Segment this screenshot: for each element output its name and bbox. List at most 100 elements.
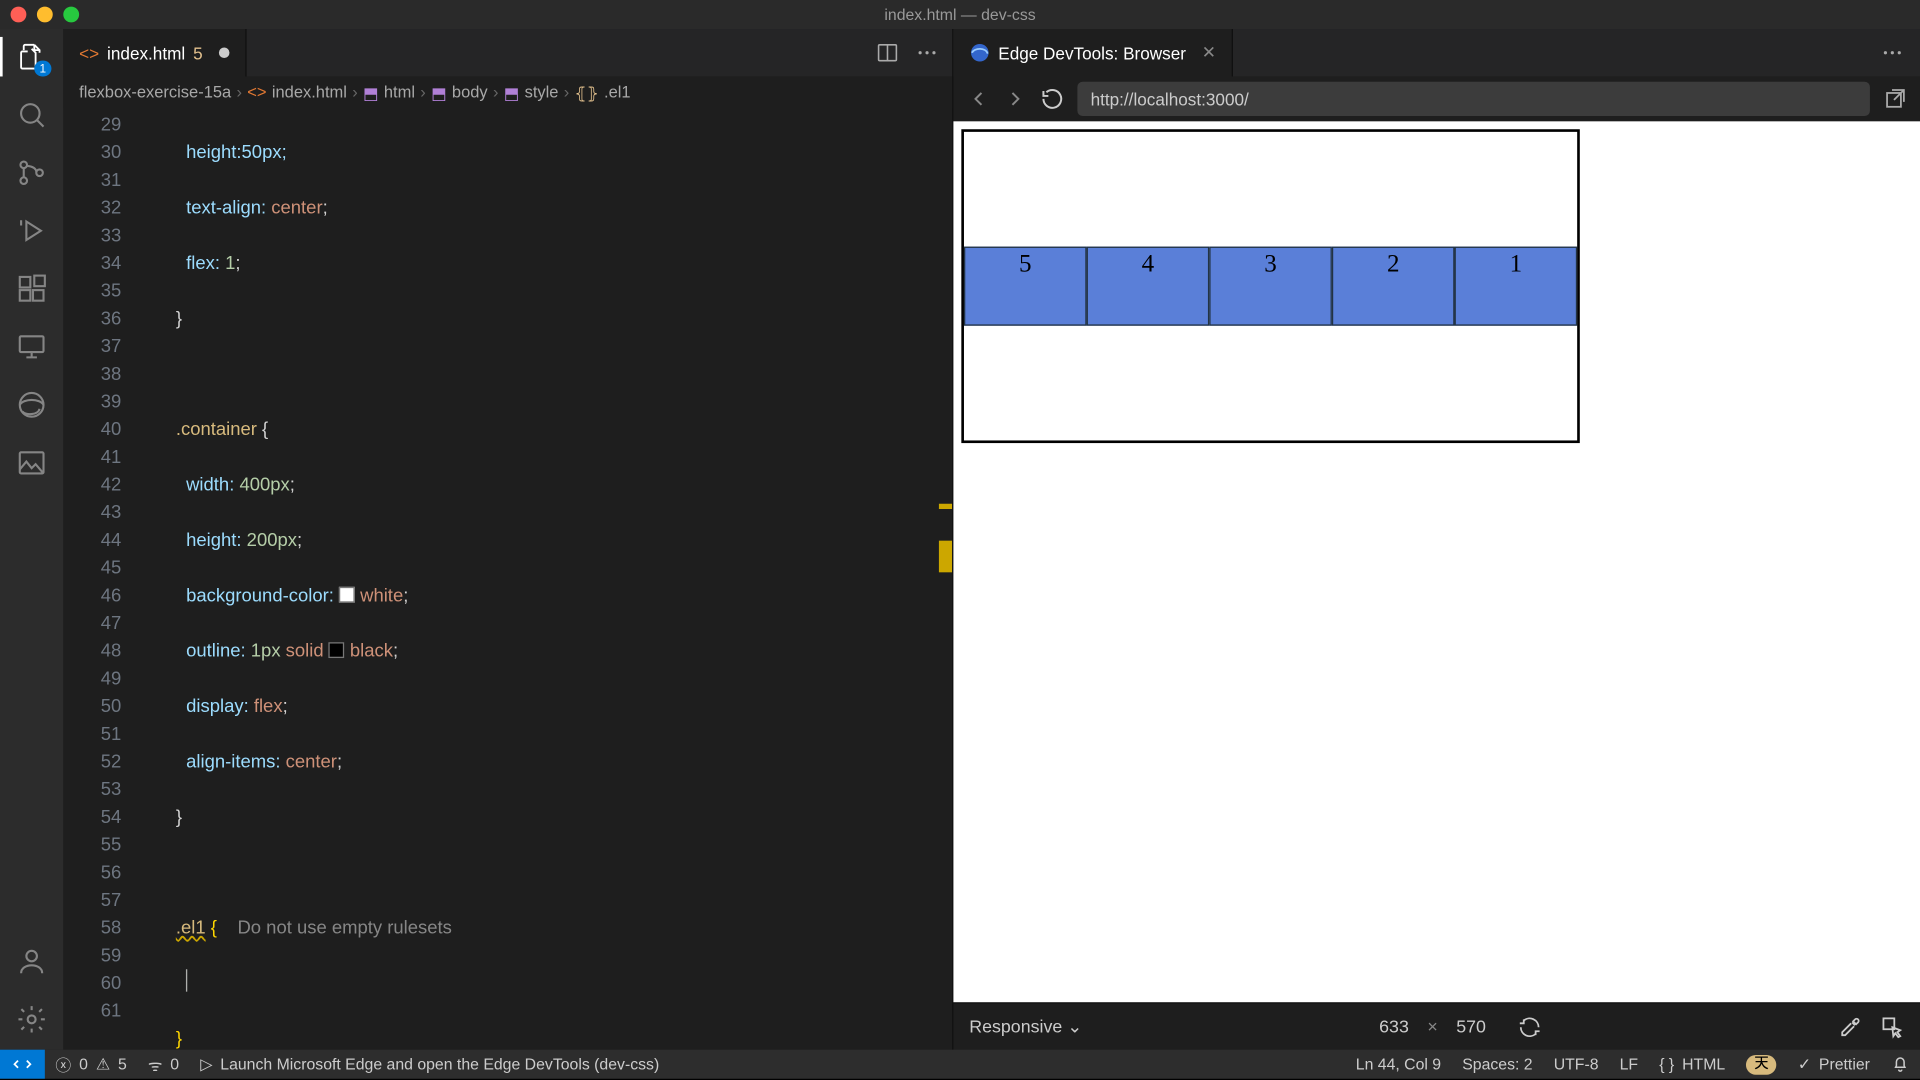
rendered-box: 2	[1332, 247, 1455, 326]
viewport-height[interactable]: 570	[1456, 1017, 1486, 1037]
breadcrumb-file[interactable]: index.html	[272, 83, 347, 101]
viewport-width[interactable]: 633	[1379, 1017, 1409, 1037]
code-text: outline:	[186, 640, 246, 661]
settings-gear-icon[interactable]	[15, 1002, 49, 1036]
go-live-status[interactable]: ㆝	[1736, 1054, 1787, 1074]
dirty-indicator-icon	[218, 47, 229, 58]
tab-problem-count: 5	[193, 43, 203, 63]
symbol-icon: ⬒	[363, 82, 379, 102]
breadcrumb-folder[interactable]: flexbox-exercise-15a	[79, 83, 231, 101]
source-control-icon[interactable]	[15, 156, 49, 190]
more-actions-icon[interactable]	[915, 41, 939, 65]
split-editor-icon[interactable]	[876, 41, 900, 65]
breadcrumb-node[interactable]: body	[452, 83, 488, 101]
emulation-mode[interactable]: Responsive ⌄	[969, 1016, 1082, 1037]
code-text: white	[360, 584, 403, 605]
breadcrumb-node[interactable]: style	[525, 83, 559, 101]
activity-bar: 1	[0, 29, 63, 1050]
image-preview-icon[interactable]	[15, 446, 49, 480]
rendered-box: 4	[1087, 247, 1210, 326]
rendered-container: 5 4 3 2 1	[964, 132, 1577, 441]
chevron-right-icon: ›	[564, 83, 570, 101]
problems-status[interactable]: ⓧ0 ⚠5	[45, 1053, 138, 1075]
breadcrumbs[interactable]: flexbox-exercise-15a › <> index.html › ⬒ h…	[63, 76, 952, 108]
edge-tools-icon[interactable]	[15, 388, 49, 422]
code-text: 400px	[239, 473, 289, 494]
dimension-separator: ×	[1427, 1017, 1437, 1037]
prettier-status[interactable]: ✓ Prettier	[1787, 1055, 1880, 1073]
zoom-window-button[interactable]	[63, 7, 79, 23]
inspect-icon[interactable]	[1880, 1015, 1904, 1039]
code-text: display:	[186, 695, 249, 716]
tab-index-html[interactable]: <> index.html 5	[63, 29, 246, 76]
code-text: black	[350, 640, 393, 661]
chevron-right-icon: ›	[352, 83, 358, 101]
antenna-icon: ᯤ	[148, 1053, 162, 1075]
eyedropper-icon[interactable]	[1838, 1015, 1862, 1039]
indentation-status[interactable]: Spaces: 2	[1452, 1055, 1543, 1073]
launch-edge-status[interactable]: ▷ Launch Microsoft Edge and open the Edge…	[190, 1055, 670, 1073]
accounts-icon[interactable]	[15, 944, 49, 978]
window-title: index.html — dev-css	[884, 5, 1035, 23]
mac-traffic-lights	[11, 7, 80, 23]
code-text: align-items:	[186, 750, 280, 771]
extensions-icon[interactable]	[15, 272, 49, 306]
remote-indicator[interactable]	[0, 1050, 45, 1079]
reload-button[interactable]	[1040, 87, 1064, 111]
open-external-icon[interactable]	[1883, 87, 1907, 111]
encoding-status[interactable]: UTF-8	[1543, 1055, 1609, 1073]
forward-button[interactable]	[1004, 87, 1028, 111]
overview-ruler[interactable]	[934, 108, 952, 1050]
cursor-position[interactable]: Ln 44, Col 9	[1345, 1055, 1451, 1073]
rendered-box: 1	[1455, 247, 1578, 326]
back-button[interactable]	[967, 87, 991, 111]
color-swatch-icon[interactable]	[329, 642, 345, 658]
line-number-gutter: 2930313233343536373839404142434445464748…	[63, 108, 145, 1050]
html-file-icon: <>	[247, 83, 266, 101]
code-text: .container	[176, 418, 257, 439]
code-text: height:	[186, 529, 241, 550]
url-bar[interactable]: http://localhost:3000/	[1077, 82, 1870, 116]
close-icon[interactable]: ✕	[1202, 42, 1216, 63]
remote-explorer-icon[interactable]	[15, 330, 49, 364]
ports-status[interactable]: ᯤ0	[137, 1053, 189, 1075]
url-text: http://localhost:3000/	[1091, 89, 1249, 109]
run-debug-icon[interactable]	[15, 214, 49, 248]
code-editor[interactable]: 2930313233343536373839404142434445464748…	[63, 108, 952, 1050]
symbol-icon: ⬒	[504, 82, 520, 102]
warning-icon: ⚠	[96, 1055, 110, 1073]
code-text: flex:	[186, 252, 220, 273]
tab-edge-devtools[interactable]: Edge DevTools: Browser ✕	[953, 29, 1233, 76]
close-window-button[interactable]	[11, 7, 27, 23]
browser-viewport[interactable]: 5 4 3 2 1	[953, 121, 1920, 1002]
more-actions-icon[interactable]	[1880, 41, 1904, 65]
launch-label: Launch Microsoft Edge and open the Edge …	[220, 1055, 659, 1073]
breadcrumb-node[interactable]: html	[384, 83, 415, 101]
browser-toolbar: http://localhost:3000/	[953, 76, 1920, 121]
symbol-css-icon: ⦃⦄	[575, 82, 599, 102]
devtools-footer: Responsive ⌄ 633 × 570	[953, 1002, 1920, 1049]
code-text: 200px	[247, 529, 297, 550]
explorer-icon[interactable]: 1	[15, 40, 49, 74]
code-text: height:50px;	[186, 141, 287, 162]
breadcrumb-node[interactable]: .el1	[604, 83, 631, 101]
rotate-icon[interactable]	[1518, 1015, 1542, 1039]
window-titlebar: index.html — dev-css	[0, 0, 1920, 29]
error-count: 0	[79, 1055, 88, 1073]
debug-icon: ▷	[200, 1055, 212, 1073]
rendered-box: 3	[1209, 247, 1332, 326]
code-text: .el1	[176, 916, 206, 937]
search-icon[interactable]	[15, 98, 49, 132]
code-text: 1	[225, 252, 235, 273]
language-mode[interactable]: { } HTML	[1649, 1055, 1736, 1073]
error-icon: ⓧ	[55, 1053, 71, 1075]
color-swatch-icon[interactable]	[339, 587, 355, 603]
symbol-icon: ⬒	[431, 82, 447, 102]
edge-icon	[969, 42, 990, 63]
eol-status[interactable]: LF	[1609, 1055, 1649, 1073]
tab-label: index.html	[107, 43, 185, 63]
code-content[interactable]: height:50px; text-align: center; flex: 1…	[145, 108, 952, 1050]
code-text: solid	[286, 640, 324, 661]
notifications-icon[interactable]	[1880, 1055, 1920, 1073]
minimize-window-button[interactable]	[37, 7, 53, 23]
